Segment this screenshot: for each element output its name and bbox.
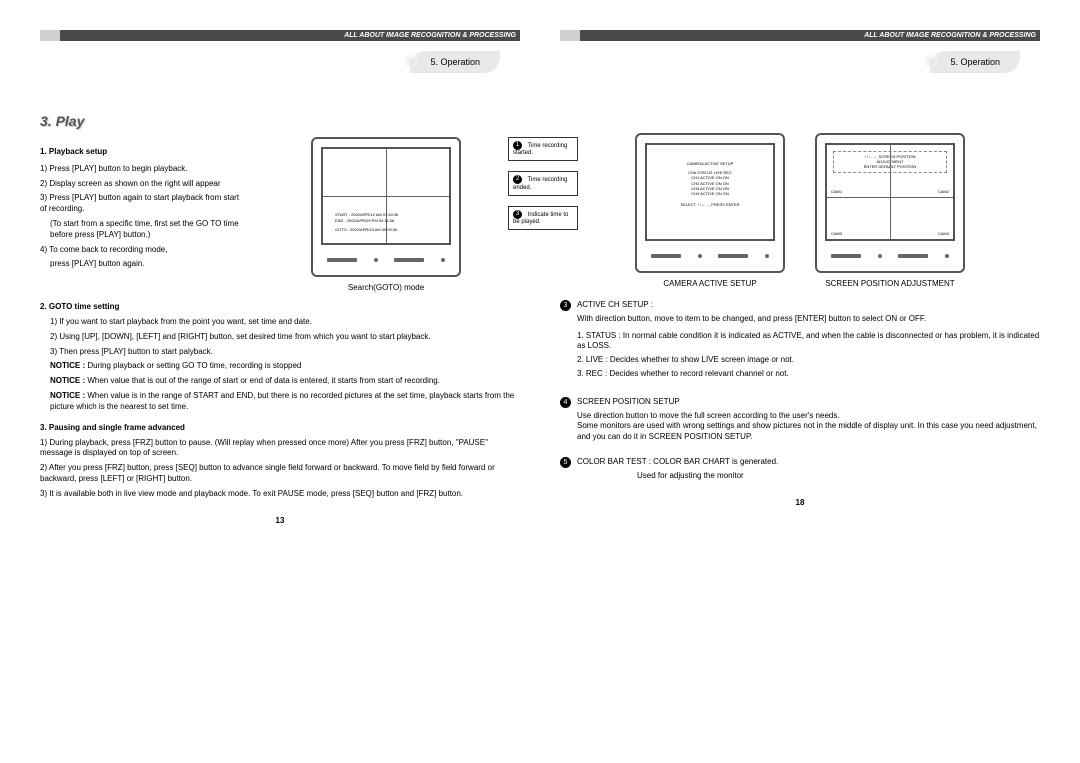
item3-head: ACTIVE CH SETUP : [577, 300, 1040, 311]
item5-body: Used for adjusting the monitor [637, 471, 778, 482]
item3-body: With direction button, move to item to b… [577, 314, 1040, 325]
cam4-label: CAM4 [938, 232, 949, 237]
notice-2: NOTICE : When value that is out of the r… [50, 376, 520, 387]
page-left: ALL ABOUT IMAGE RECOGNITION & PROCESSING… [40, 30, 520, 525]
cam-row-4: CH4 ACTIVE ON ON [651, 191, 769, 196]
notice-1: NOTICE : During playback or setting GO T… [50, 361, 520, 372]
cam-screen-footer: SELECT ↑↓←→, PRESS ENTER [651, 202, 769, 207]
circle-1-icon: 1 [513, 141, 522, 150]
item-3-block: 3 ACTIVE CH SETUP : With direction butto… [560, 300, 1040, 383]
item3-sub3: 3. REC : Decides whether to record relev… [577, 369, 1040, 380]
cam-screen-title: CAMERA ACTIVE SETUP [651, 161, 769, 166]
header-bar-left: ALL ABOUT IMAGE RECOGNITION & PROCESSING [40, 30, 520, 41]
item-4-block: 4 SCREEN POSITION SETUP Use direction bu… [560, 397, 1040, 443]
goto-end-line: END : 2002/APR/29 PM 02:11:56 [335, 218, 398, 224]
item3-sub2: 2. LIVE : Decides whether to show LIVE s… [577, 355, 1040, 366]
playback-text-column: 1. Playback setup 1) Press [PLAY] button… [40, 137, 240, 292]
step-2: 2) Display screen as shown on the right … [40, 179, 240, 190]
cam2-label: CAM2 [938, 190, 949, 195]
operation-label-right: 5. Operation [930, 51, 1020, 73]
item-5-block: 5 COLOR BAR TEST : COLOR BAR CHART is ge… [560, 457, 1040, 482]
monitor-drawing: START : 2002/APR/12 AM 07:40:36 END : 20… [311, 137, 461, 277]
pause-step-3: 3) It is available both in live view mod… [40, 489, 520, 500]
page-right: ALL ABOUT IMAGE RECOGNITION & PROCESSING… [560, 30, 1040, 525]
page-number-right: 18 [560, 498, 1040, 507]
cam1-label: CAM1 [831, 190, 842, 195]
item4-body: Use direction button to move the full sc… [577, 411, 1040, 443]
step-3: 3) Press [PLAY] button again to start pl… [40, 193, 240, 215]
operation-label-left: 5. Operation [410, 51, 500, 73]
heading-goto-time: 2. GOTO time setting [40, 302, 520, 311]
heading-playback-setup: 1. Playback setup [40, 147, 240, 158]
circle-3-icon: 3 [560, 300, 571, 311]
goto-step-3: 3) Then press [PLAY] button to start pal… [40, 347, 520, 358]
step-4b: press [PLAY] button again. [40, 259, 240, 270]
goto-goto-line: GOTO : 2002/APR/15 AM 00:00:06 [335, 227, 398, 233]
circle-2-icon: 2 [513, 175, 522, 184]
cam3-label: CAM3 [831, 232, 842, 237]
screen-position-monitor-block: ↑↓←→ SCREEN POSITION ADJUSTMENT ENTER DE… [815, 133, 965, 288]
screen-pos-caption: SCREEN POSITION ADJUSTMENT [815, 279, 965, 288]
item3-sub1: 1. STATUS : In normal cable condition it… [577, 331, 1040, 353]
header-bar-right: ALL ABOUT IMAGE RECOGNITION & PROCESSING [560, 30, 1040, 41]
section-title-play: 3. Play [40, 113, 520, 129]
goto-step-2: 2) Using [UP], [DOWN], [LEFT] and [RIGHT… [40, 332, 520, 343]
pause-step-1: 1) During playback, press [FRZ] button t… [40, 438, 520, 460]
notice-3: NOTICE : When value is in the range of S… [50, 391, 520, 413]
step-1: 1) Press [PLAY] button to begin playback… [40, 164, 240, 175]
monitor-caption-goto: Search(GOTO) mode [252, 283, 520, 292]
circle-3-icon: 3 [513, 210, 522, 219]
monitor-goto-illustration: START : 2002/APR/12 AM 07:40:36 END : 20… [252, 137, 520, 292]
camera-active-monitor-block: CAMERA ACTIVE SETUP CH# STATUS LIVE REC … [635, 133, 785, 288]
page-number-left: 13 [40, 516, 520, 525]
step-3-note: (To start from a specific time, first se… [40, 219, 240, 241]
camera-active-caption: CAMERA ACTIVE SETUP [635, 279, 785, 288]
step-4: 4) To come back to recording mode, [40, 245, 240, 256]
goto-start-line: START : 2002/APR/12 AM 07:40:36 [335, 212, 398, 218]
circle-5-icon: 5 [560, 457, 571, 468]
pause-step-2: 2) After you press [FRZ] button, press [… [40, 463, 520, 485]
item5-head: COLOR BAR TEST : COLOR BAR CHART is gene… [577, 457, 778, 466]
heading-pause-frame: 3. Pausing and single frame advanced [40, 423, 520, 432]
item4-head: SCREEN POSITION SETUP [577, 397, 1040, 408]
goto-step-1: 1) If you want to start playback from th… [40, 317, 520, 328]
circle-4-icon: 4 [560, 397, 571, 408]
